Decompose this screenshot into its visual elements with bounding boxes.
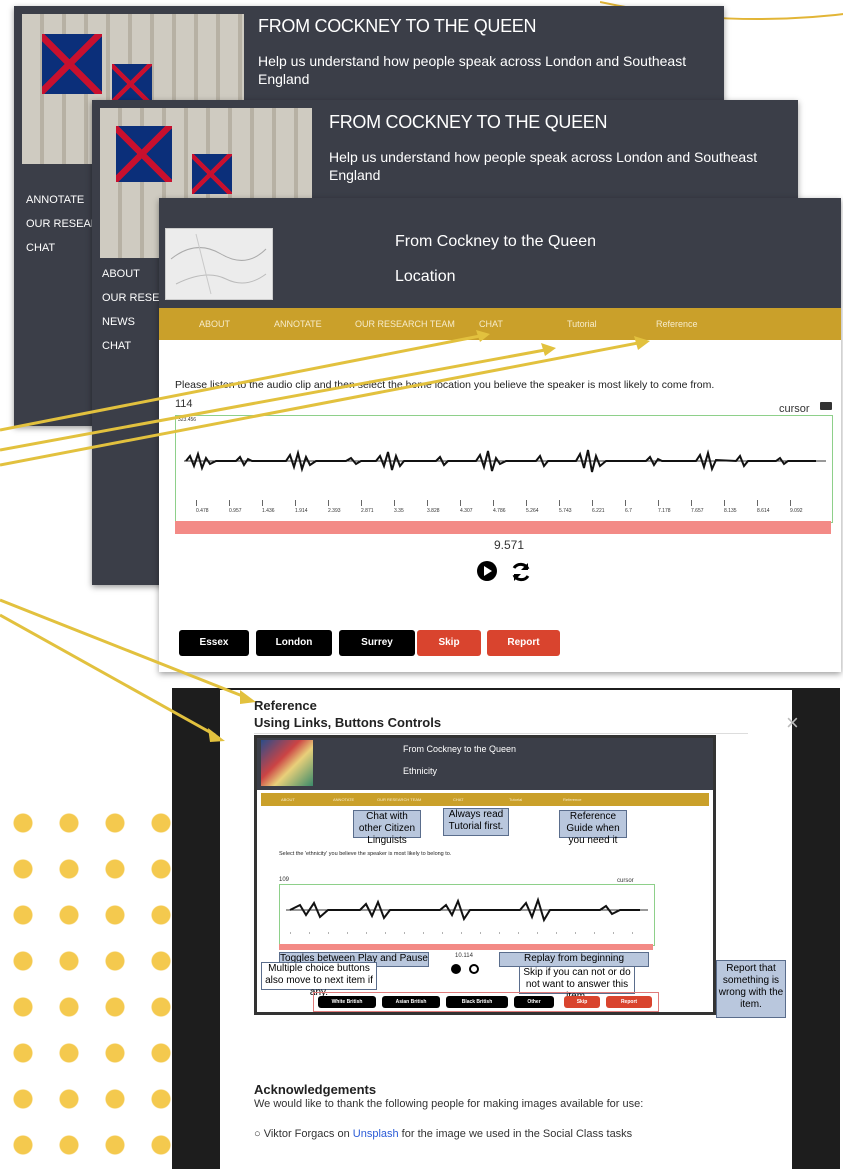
arrowhead bbox=[208, 728, 225, 742]
arrow-chat bbox=[0, 334, 481, 432]
arrowhead bbox=[476, 330, 490, 342]
annotation-arrows bbox=[0, 330, 650, 742]
arrow-reference bbox=[0, 341, 639, 467]
arrowhead bbox=[541, 343, 556, 356]
arrowhead bbox=[634, 336, 650, 350]
arrow-tutorial bbox=[0, 348, 546, 452]
arrow-modal-guide bbox=[0, 613, 216, 737]
arrowhead bbox=[240, 690, 256, 704]
